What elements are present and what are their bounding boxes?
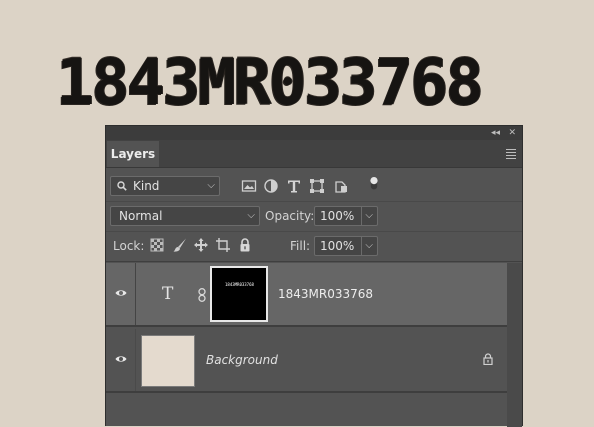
canvas-text: 1843MR033768 <box>56 46 484 119</box>
fill-field[interactable]: 100% ⌵ <box>314 236 378 256</box>
visibility-toggle[interactable] <box>106 263 136 325</box>
chevron-down-icon: ⌵ <box>207 180 215 191</box>
chevron-down-icon[interactable]: ⌵ <box>365 207 373 225</box>
search-icon <box>117 181 127 191</box>
fill-label: Fill: <box>290 239 311 253</box>
lock-row: Lock: Fill: 100% ⌵ <box>106 232 522 262</box>
eye-icon[interactable] <box>115 288 127 298</box>
lock-all-icon[interactable] <box>237 237 253 253</box>
filter-toggle-icon[interactable] <box>366 175 382 191</box>
visibility-toggle[interactable] <box>106 329 136 391</box>
adjustment-filter-icon[interactable] <box>263 178 279 194</box>
filter-row: Kind ⌵ <box>106 173 522 202</box>
blend-mode-select[interactable]: Normal ⌵ <box>110 206 260 226</box>
opacity-label: Opacity: <box>265 209 315 223</box>
panel-menu-icon[interactable] <box>506 147 516 159</box>
blend-mode-value: Normal <box>119 209 163 223</box>
panel-tab-row: Layers <box>106 140 522 168</box>
blend-row: Normal ⌵ Opacity: 100% ⌵ <box>106 202 522 232</box>
opacity-field[interactable]: 100% ⌵ <box>314 206 378 226</box>
lock-label: Lock: <box>113 239 145 253</box>
image-filter-icon[interactable] <box>241 178 257 194</box>
lock-image-pixels-icon[interactable] <box>172 237 188 253</box>
close-panel-icon[interactable]: ✕ <box>508 126 516 140</box>
shape-filter-icon[interactable] <box>309 178 325 194</box>
chevron-down-icon[interactable]: ⌵ <box>365 237 373 255</box>
layer-row-text[interactable]: T 1843MR033768 1843MR033768 <box>106 263 507 325</box>
layer-row-background[interactable]: Background <box>106 329 507 391</box>
lock-transparent-pixels-icon[interactable] <box>149 237 165 253</box>
opacity-value: 100% <box>320 209 355 223</box>
lock-icon[interactable] <box>483 353 493 365</box>
layer-thumbnail[interactable] <box>141 335 195 387</box>
collapse-panel-icon[interactable]: ◂◂ <box>491 126 500 140</box>
lock-position-icon[interactable] <box>193 237 209 253</box>
layers-scrollbar[interactable] <box>507 263 522 427</box>
type-filter-icon[interactable] <box>286 178 302 194</box>
lock-artboard-icon[interactable] <box>215 237 231 253</box>
chevron-down-icon: ⌵ <box>247 210 255 221</box>
layer-name[interactable]: Background <box>206 329 278 391</box>
eye-icon[interactable] <box>115 354 127 364</box>
fill-value: 100% <box>320 239 355 253</box>
layer-thumbnail[interactable]: 1843MR033768 <box>210 266 268 322</box>
type-layer-icon: T <box>162 284 174 304</box>
layer-name[interactable]: 1843MR033768 <box>278 263 373 325</box>
chain-link-icon[interactable] <box>198 288 206 302</box>
thumbnail-text: 1843MR033768 <box>225 282 254 287</box>
filter-kind-label: Kind <box>133 179 160 193</box>
panel-titlebar: ◂◂ ✕ <box>106 126 522 140</box>
layers-panel: ◂◂ ✕ Layers Kind ⌵ Normal ⌵ Opacity: 100… <box>105 125 523 427</box>
smart-object-filter-icon[interactable] <box>333 178 349 194</box>
tab-layers[interactable]: Layers <box>107 141 159 167</box>
filter-kind-select[interactable]: Kind ⌵ <box>110 176 220 196</box>
